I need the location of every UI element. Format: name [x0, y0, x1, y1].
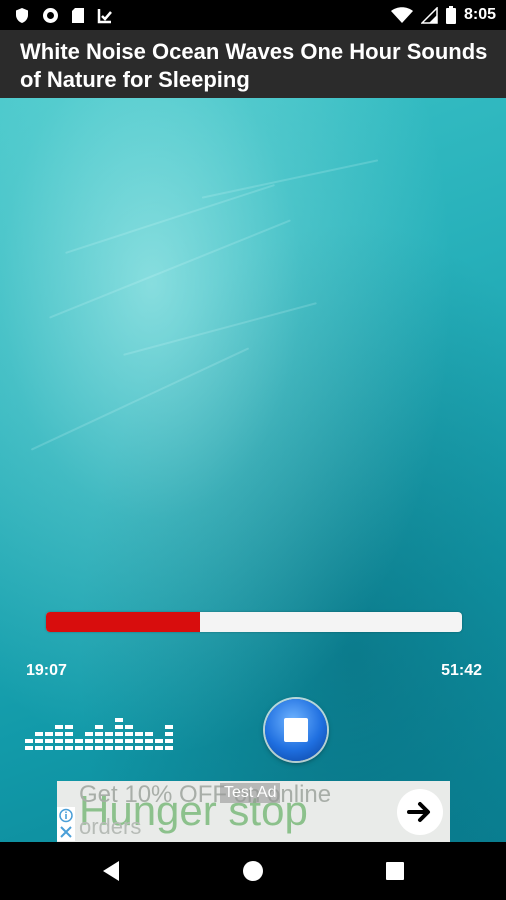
equalizer-segment	[165, 732, 173, 736]
status-left-icons	[14, 7, 113, 24]
equalizer-segment	[165, 725, 173, 729]
battery-icon	[445, 6, 456, 24]
equalizer-segment	[95, 746, 103, 750]
elapsed-time: 19:07	[26, 662, 67, 679]
equalizer-segment	[145, 739, 153, 743]
equalizer-segment	[55, 746, 63, 750]
ad-headline: Get 10% OFF on online	[79, 781, 332, 808]
equalizer-segment	[55, 739, 63, 743]
equalizer-segment	[165, 739, 173, 743]
equalizer-segment	[75, 746, 83, 750]
equalizer-segment	[85, 739, 93, 743]
equalizer-segment	[95, 725, 103, 729]
equalizer-segment	[35, 732, 43, 736]
equalizer-segment	[55, 725, 63, 729]
ad-choices[interactable]	[57, 807, 75, 841]
equalizer-segment	[85, 732, 93, 736]
status-time: 8:05	[463, 6, 496, 23]
texture-streak	[123, 302, 317, 356]
status-bar: 8:05	[0, 0, 506, 30]
equalizer-segment	[135, 746, 143, 750]
equalizer-segment	[65, 746, 73, 750]
equalizer-segment	[145, 746, 153, 750]
equalizer-segment	[105, 746, 113, 750]
equalizer-segment	[125, 732, 133, 736]
equalizer-segment	[125, 739, 133, 743]
back-icon[interactable]	[101, 860, 121, 882]
page-title: White Noise Ocean Waves One Hour Sounds …	[20, 39, 488, 92]
equalizer-segment	[85, 746, 93, 750]
recents-icon[interactable]	[385, 861, 405, 881]
playback-progress-bar[interactable]	[46, 612, 462, 632]
arrow-right-icon	[407, 801, 430, 822]
signal-icon	[420, 6, 438, 24]
equalizer-segment	[115, 732, 123, 736]
equalizer-segment	[65, 739, 73, 743]
equalizer-segment	[25, 746, 33, 750]
info-icon	[59, 808, 73, 823]
home-icon[interactable]	[242, 860, 264, 882]
equalizer-segment	[35, 746, 43, 750]
equalizer-segment	[165, 746, 173, 750]
equalizer-segment	[75, 739, 83, 743]
equalizer-segment	[125, 725, 133, 729]
stop-icon	[284, 718, 308, 742]
equalizer-segment	[35, 739, 43, 743]
equalizer-segment	[65, 732, 73, 736]
equalizer-segment	[135, 739, 143, 743]
equalizer-segment	[125, 746, 133, 750]
close-icon[interactable]	[57, 824, 75, 841]
total-duration: 51:42	[441, 662, 482, 679]
ad-subline: orders	[79, 814, 142, 839]
status-right-icons: 8:05	[390, 6, 496, 24]
equalizer-segment	[25, 739, 33, 743]
check-download-icon	[97, 9, 112, 24]
ad-banner[interactable]: Hunger stop Get 10% OFF on online orders…	[57, 781, 450, 842]
equalizer-segment	[145, 732, 153, 736]
equalizer-segment	[135, 732, 143, 736]
equalizer-segment	[45, 746, 53, 750]
equalizer-segment	[55, 732, 63, 736]
equalizer-icon	[25, 718, 173, 750]
equalizer-segment	[115, 746, 123, 750]
texture-streak	[201, 159, 379, 199]
texture-streak	[49, 219, 291, 319]
equalizer-segment	[95, 732, 103, 736]
equalizer-segment	[105, 732, 113, 736]
shield-icon	[16, 8, 28, 23]
equalizer-segment	[155, 746, 163, 750]
equalizer-segment	[115, 725, 123, 729]
circle-record-icon	[43, 8, 58, 23]
ad-arrow-circle	[397, 788, 443, 835]
equalizer-segment	[45, 739, 53, 743]
texture-streak	[65, 184, 275, 254]
ad-open-button[interactable]	[390, 781, 450, 842]
equalizer-segment	[115, 718, 123, 722]
app-title-bar: White Noise Ocean Waves One Hour Sounds …	[0, 30, 506, 98]
equalizer-segment	[105, 739, 113, 743]
stop-button[interactable]	[265, 699, 327, 761]
ad-test-label: Test Ad	[220, 783, 281, 803]
equalizer-segment	[115, 739, 123, 743]
wifi-icon	[390, 6, 413, 23]
playback-progress-fill	[46, 612, 200, 632]
equalizer-segment	[45, 732, 53, 736]
equalizer-segment	[155, 739, 163, 743]
equalizer-segment	[65, 725, 73, 729]
equalizer-segment	[95, 739, 103, 743]
sd-card-icon	[72, 8, 84, 23]
texture-streak	[30, 347, 250, 451]
navigation-bar	[0, 842, 506, 900]
